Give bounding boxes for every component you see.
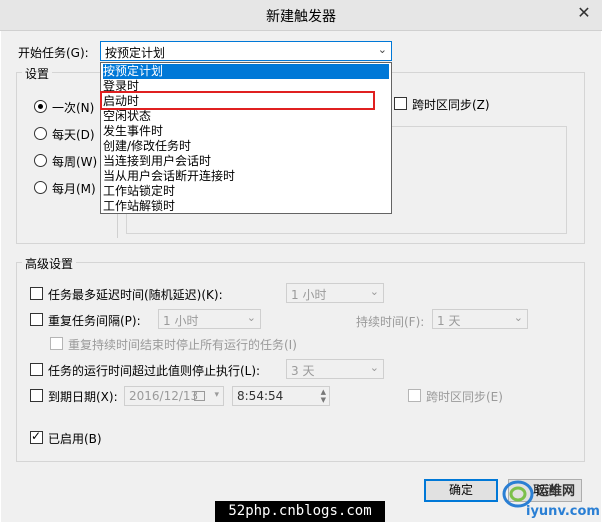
settings-group-title: 设置 — [22, 65, 53, 82]
expire-date-value: 2016/12/13 — [129, 389, 199, 403]
delay-checkbox[interactable] — [30, 287, 43, 300]
close-icon[interactable]: ✕ — [568, 1, 600, 25]
expire-sync-label: 跨时区同步(E) — [426, 390, 503, 404]
dropdown-item-event[interactable]: 发生事件时 — [103, 124, 163, 139]
radio-weekly[interactable] — [34, 154, 47, 167]
radio-daily[interactable] — [34, 127, 47, 140]
stop-running-checkbox[interactable] — [50, 337, 63, 350]
radio-daily-label[interactable]: 每天(D) — [52, 126, 95, 143]
duration-value: 1 天 — [437, 314, 461, 328]
dropdown-item-session-disconnect[interactable]: 当从用户会话断开连接时 — [103, 169, 235, 184]
advanced-group-title: 高级设置 — [22, 255, 77, 272]
logo-text-bottom: iyunv.com — [526, 504, 600, 519]
delay-value: 1 小时 — [291, 288, 327, 302]
radio-once-label[interactable]: 一次(N) — [52, 99, 94, 116]
enabled-checkbox[interactable] — [30, 429, 43, 444]
begin-task-label: 开始任务(G): — [18, 46, 89, 60]
dropdown-item-session-connect[interactable]: 当连接到用户会话时 — [103, 154, 211, 169]
chevron-down-icon: ⌄ — [246, 311, 256, 324]
dropdown-item-scheduled[interactable]: 按预定计划 — [103, 64, 389, 79]
logo-text-top: 运维网 — [536, 484, 576, 499]
calendar-icon — [194, 391, 205, 401]
stop-longer-label[interactable]: 任务的运行时间超过此值则停止执行(L): — [48, 362, 260, 379]
watermark-text: 52php.cnblogs.com — [215, 501, 385, 522]
radio-once[interactable] — [34, 100, 47, 113]
stop-longer-checkbox[interactable] — [30, 363, 43, 376]
radio-weekly-label[interactable]: 每周(W) — [52, 153, 97, 170]
chevron-down-icon: ⌄ — [377, 43, 387, 56]
chevron-down-icon: ▾ — [214, 390, 219, 400]
delay-label[interactable]: 任务最多延迟时间(随机延迟)(K): — [48, 286, 223, 303]
stop-longer-value: 3 天 — [291, 364, 315, 378]
expire-date-picker[interactable]: 2016/12/13 ▾ — [124, 386, 224, 406]
stop-running-label: 重复持续时间结束时停止所有运行的任务(I) — [68, 338, 297, 352]
stop-longer-combo[interactable]: 3 天 ⌄ — [286, 359, 384, 379]
dropdown-item-idle[interactable]: 空闲状态 — [103, 109, 151, 124]
begin-task-dropdown[interactable]: 按预定计划 登录时 启动时 空闲状态 发生事件时 创建/修改任务时 当连接到用户… — [100, 62, 392, 214]
repeat-value: 1 小时 — [163, 314, 199, 328]
expire-sync-checkbox[interactable] — [408, 389, 421, 402]
sync-timezone-checkbox[interactable] — [394, 97, 407, 110]
chevron-down-icon: ⌄ — [369, 285, 379, 298]
window-title: 新建触发器 — [266, 9, 336, 25]
expire-time-picker[interactable]: 8:54:54 ▲ ▼ — [232, 386, 330, 406]
dropdown-item-task-modified[interactable]: 创建/修改任务时 — [103, 139, 191, 154]
ok-button[interactable]: 确定 — [424, 479, 498, 502]
begin-task-value: 按预定计划 — [105, 46, 166, 60]
expire-label[interactable]: 到期日期(X): — [48, 388, 118, 405]
expire-time-value: 8:54:54 — [237, 389, 284, 403]
radio-monthly-label[interactable]: 每月(M) — [52, 180, 96, 197]
chevron-down-icon: ⌄ — [369, 361, 379, 374]
duration-label: 持续时间(F): — [356, 315, 425, 329]
spinner-arrows-icon[interactable]: ▲ ▼ — [321, 388, 326, 404]
sync-timezone-label[interactable]: 跨时区同步(Z) — [412, 96, 490, 113]
expire-checkbox[interactable] — [30, 389, 43, 402]
repeat-label[interactable]: 重复任务间隔(P): — [48, 312, 141, 329]
begin-task-combo[interactable]: 按预定计划 ⌄ — [100, 41, 392, 61]
watermark-logo: 运维网 iyunv.com — [492, 476, 602, 522]
annotation-highlight-box — [100, 91, 375, 110]
chevron-down-icon: ⌄ — [513, 311, 523, 324]
dropdown-item-unlock[interactable]: 工作站解锁时 — [103, 199, 175, 214]
duration-combo[interactable]: 1 天 ⌄ — [432, 309, 528, 329]
repeat-checkbox[interactable] — [30, 313, 43, 326]
dropdown-item-lock[interactable]: 工作站锁定时 — [103, 184, 175, 199]
radio-monthly[interactable] — [34, 181, 47, 194]
repeat-combo[interactable]: 1 小时 ⌄ — [158, 309, 261, 329]
delay-combo[interactable]: 1 小时 ⌄ — [286, 283, 384, 303]
enabled-label[interactable]: 已启用(B) — [48, 430, 102, 447]
